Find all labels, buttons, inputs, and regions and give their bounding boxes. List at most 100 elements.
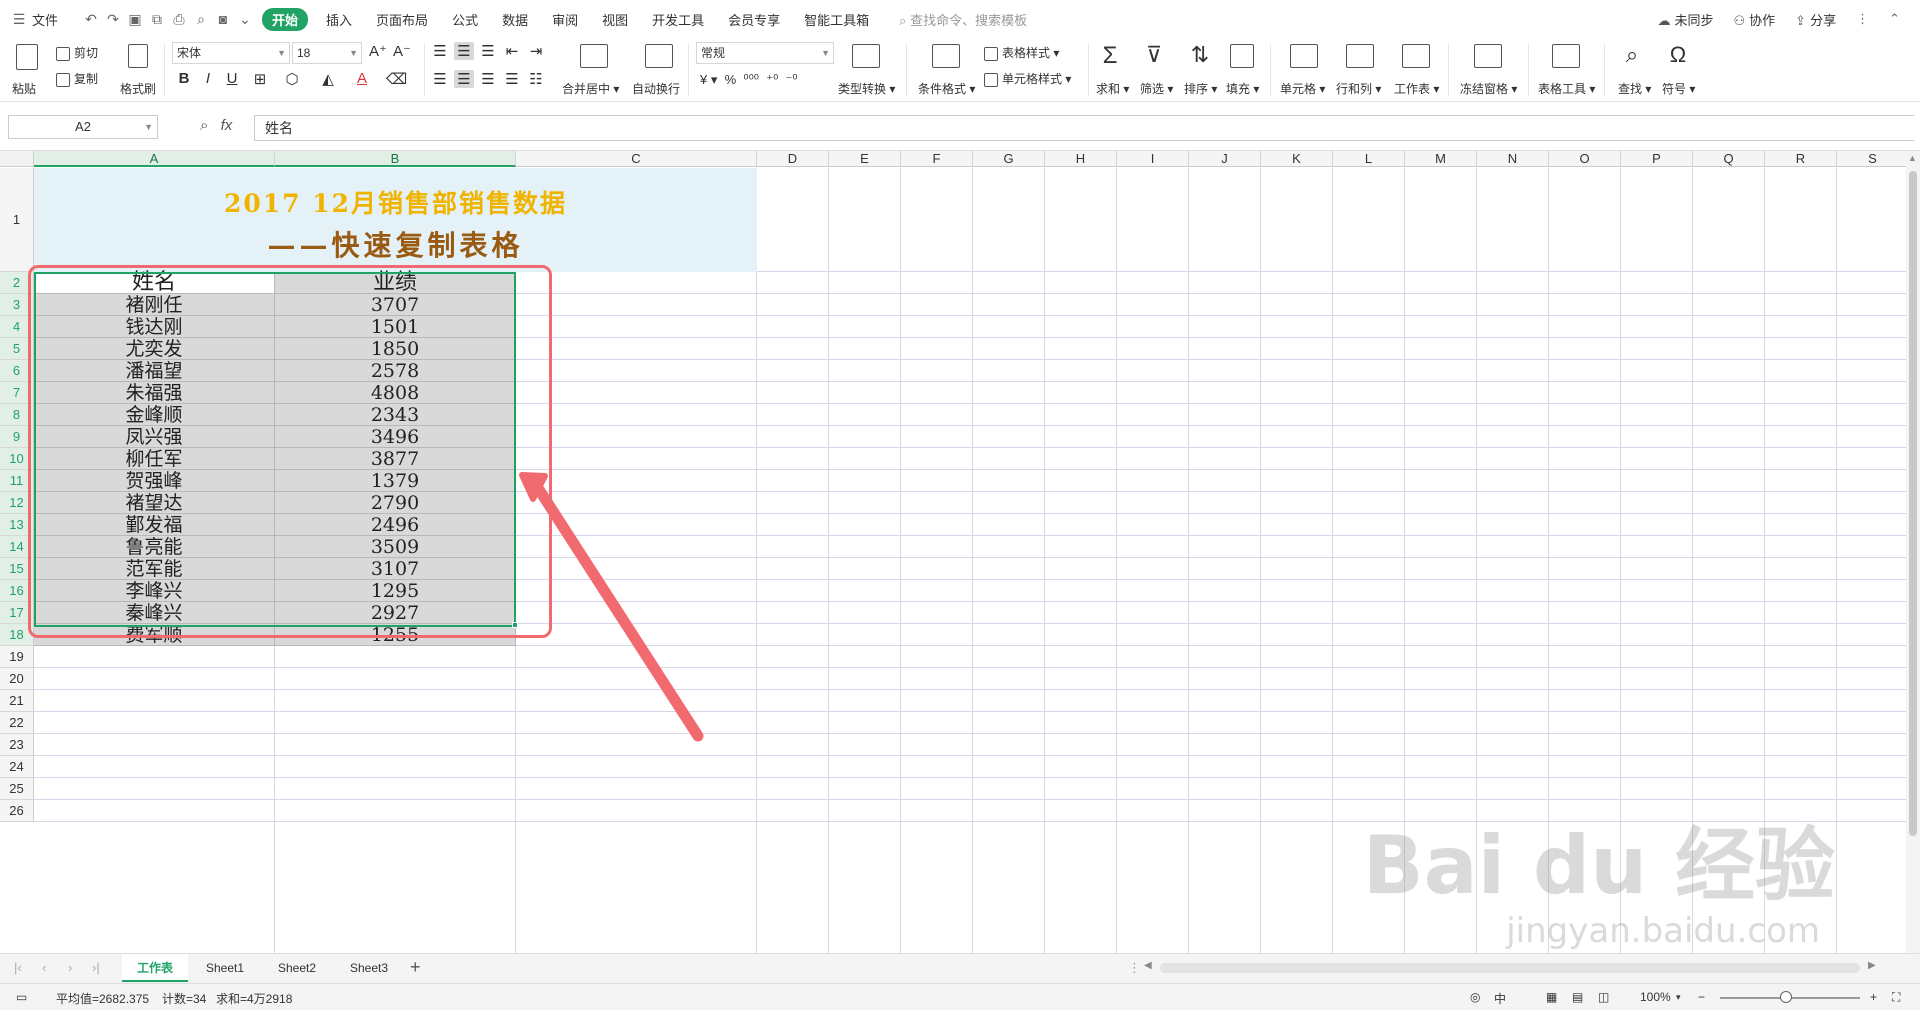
sheet-tab-sheet2[interactable]: Sheet2 (264, 954, 330, 982)
horizontal-scrollbar[interactable] (1160, 963, 1860, 973)
column-header-a[interactable]: A (34, 151, 275, 167)
row-col-icon[interactable] (1346, 44, 1374, 68)
worksheet-icon[interactable] (1402, 44, 1430, 68)
tab-smart-tools[interactable]: 智能工具箱 (792, 10, 881, 29)
customize-dropdown-icon[interactable]: ⌄ (234, 11, 256, 28)
tab-review[interactable]: 审阅 (540, 10, 590, 29)
undo-icon[interactable]: ↶ (80, 11, 102, 28)
bold-icon[interactable]: B (174, 70, 194, 87)
fill-icon[interactable] (1230, 44, 1254, 68)
distribute-icon[interactable]: ☷ (526, 70, 546, 88)
row-header-24[interactable]: 24 (0, 756, 34, 778)
type-convert-icon[interactable] (852, 44, 880, 68)
wrap-text-icon[interactable] (645, 44, 673, 68)
add-sheet-icon[interactable]: + (410, 957, 421, 978)
format-painter-button[interactable]: 格式刷 (120, 80, 156, 97)
conditional-format-icon[interactable] (932, 44, 960, 68)
freeze-panes-icon[interactable] (1474, 44, 1502, 68)
row-header-20[interactable]: 20 (0, 668, 34, 690)
font-name-select[interactable]: 宋体 ▼ (172, 42, 290, 64)
row-col-button[interactable]: 行和列 ▾ (1336, 80, 1381, 97)
column-header-h[interactable]: H (1045, 151, 1117, 167)
symbol-icon[interactable]: Ω (1668, 42, 1688, 68)
tab-insert[interactable]: 插入 (314, 10, 364, 29)
zoom-out-icon[interactable]: − (1698, 990, 1705, 1004)
worksheet-button[interactable]: 工作表 ▾ (1394, 80, 1439, 97)
sheet-tab-main[interactable]: 工作表 (122, 954, 188, 982)
select-all-corner[interactable] (0, 151, 34, 167)
vertical-scrollbar[interactable]: ▲ (1906, 151, 1920, 953)
underline-icon[interactable]: U (222, 70, 242, 87)
cell-button[interactable]: 单元格 ▾ (1280, 80, 1325, 97)
prev-sheet-icon[interactable]: ‹ (42, 960, 46, 975)
fullscreen-icon[interactable]: ⛶ (1892, 990, 1900, 1005)
page-break-view-icon[interactable]: ◫ (1598, 990, 1609, 1004)
fill-color-icon[interactable]: ◭ (318, 70, 338, 88)
row-header-25[interactable]: 25 (0, 778, 34, 800)
row-header-26[interactable]: 26 (0, 800, 34, 822)
row-header-22[interactable]: 22 (0, 712, 34, 734)
italic-icon[interactable]: I (198, 70, 218, 87)
print-preview-icon[interactable]: ⌕ (190, 11, 212, 28)
column-header-d[interactable]: D (757, 151, 829, 167)
indent-decrease-icon[interactable]: ⇤ (502, 42, 522, 60)
redo-icon[interactable]: ↷ (102, 11, 124, 28)
page-layout-view-icon[interactable]: ▤ (1572, 990, 1583, 1004)
eye-protection-icon[interactable]: ◎ (1470, 990, 1480, 1004)
column-header-e[interactable]: E (829, 151, 901, 167)
first-sheet-icon[interactable]: |‹ (14, 960, 22, 975)
type-convert-button[interactable]: 类型转换 ▾ (838, 80, 895, 97)
split-handle-icon[interactable]: ⋮ (1128, 960, 1141, 976)
find-icon[interactable]: ⌕ (1622, 42, 1642, 68)
row-header-1[interactable]: 1 (0, 168, 34, 272)
shape-icon[interactable]: ⬡ (282, 70, 302, 88)
zoom-formula-icon[interactable]: ⌕ (200, 117, 208, 134)
column-header-f[interactable]: F (901, 151, 973, 167)
column-header-p[interactable]: P (1621, 151, 1693, 167)
scroll-right-icon[interactable]: ▶ (1868, 960, 1876, 971)
table-tools-button[interactable]: 表格工具 ▾ (1538, 80, 1595, 97)
find-button[interactable]: 查找 ▾ (1618, 80, 1651, 97)
formula-input[interactable]: 姓名 (254, 115, 1914, 141)
column-header-o[interactable]: O (1549, 151, 1621, 167)
column-header-g[interactable]: G (973, 151, 1045, 167)
format-painter-icon[interactable] (128, 44, 148, 68)
cell-icon[interactable] (1290, 44, 1318, 68)
column-header-r[interactable]: R (1765, 151, 1837, 167)
align-bottom-icon[interactable]: ☰ (478, 42, 498, 60)
command-search[interactable]: ⌕ 查找命令、搜索模板 (899, 10, 1027, 29)
monitor-icon[interactable]: ▭ (16, 990, 27, 1004)
row-header-23[interactable]: 23 (0, 734, 34, 756)
fx-icon[interactable]: fx (221, 117, 233, 134)
column-header-m[interactable]: M (1405, 151, 1477, 167)
justify-icon[interactable]: ☰ (502, 70, 522, 88)
border-icon[interactable]: ⊞ (250, 70, 270, 88)
tab-home[interactable]: 开始 (262, 7, 309, 31)
tab-developer[interactable]: 开发工具 (640, 10, 716, 29)
tab-page-layout[interactable]: 页面布局 (364, 10, 440, 29)
print-icon[interactable]: ⎙ (168, 11, 190, 28)
conditional-format-button[interactable]: 条件格式 ▾ (918, 80, 975, 97)
column-header-b[interactable]: B (275, 151, 516, 167)
zoom-in-icon[interactable]: + (1870, 990, 1877, 1004)
symbol-button[interactable]: 符号 ▾ (1662, 80, 1695, 97)
font-size-select[interactable]: 18 ▼ (292, 42, 362, 64)
column-header-k[interactable]: K (1261, 151, 1333, 167)
input-method-indicator[interactable]: 中 (1494, 990, 1506, 1007)
row-header-19[interactable]: 19 (0, 646, 34, 668)
freeze-panes-button[interactable]: 冻结窗格 ▾ (1460, 80, 1517, 97)
decrease-font-icon[interactable]: A⁻ (392, 42, 412, 60)
align-left-icon[interactable]: ☰ (430, 70, 450, 88)
sort-button[interactable]: 排序 ▾ (1184, 80, 1217, 97)
zoom-slider-knob[interactable] (1780, 991, 1792, 1003)
sync-button[interactable]: ☁ 未同步 (1657, 10, 1713, 29)
screenshot-icon[interactable]: ◙ (212, 11, 234, 27)
last-sheet-icon[interactable]: ›| (92, 960, 100, 975)
align-top-icon[interactable]: ☰ (430, 42, 450, 60)
paste-icon[interactable] (16, 44, 38, 70)
tab-formulas[interactable]: 公式 (440, 10, 490, 29)
zoom-level[interactable]: 100% (1640, 990, 1671, 1004)
more-icon[interactable]: ⋮ (1856, 11, 1869, 27)
collab-button[interactable]: ⚇ 协作 (1734, 10, 1776, 29)
column-header-s[interactable]: S (1837, 151, 1909, 167)
